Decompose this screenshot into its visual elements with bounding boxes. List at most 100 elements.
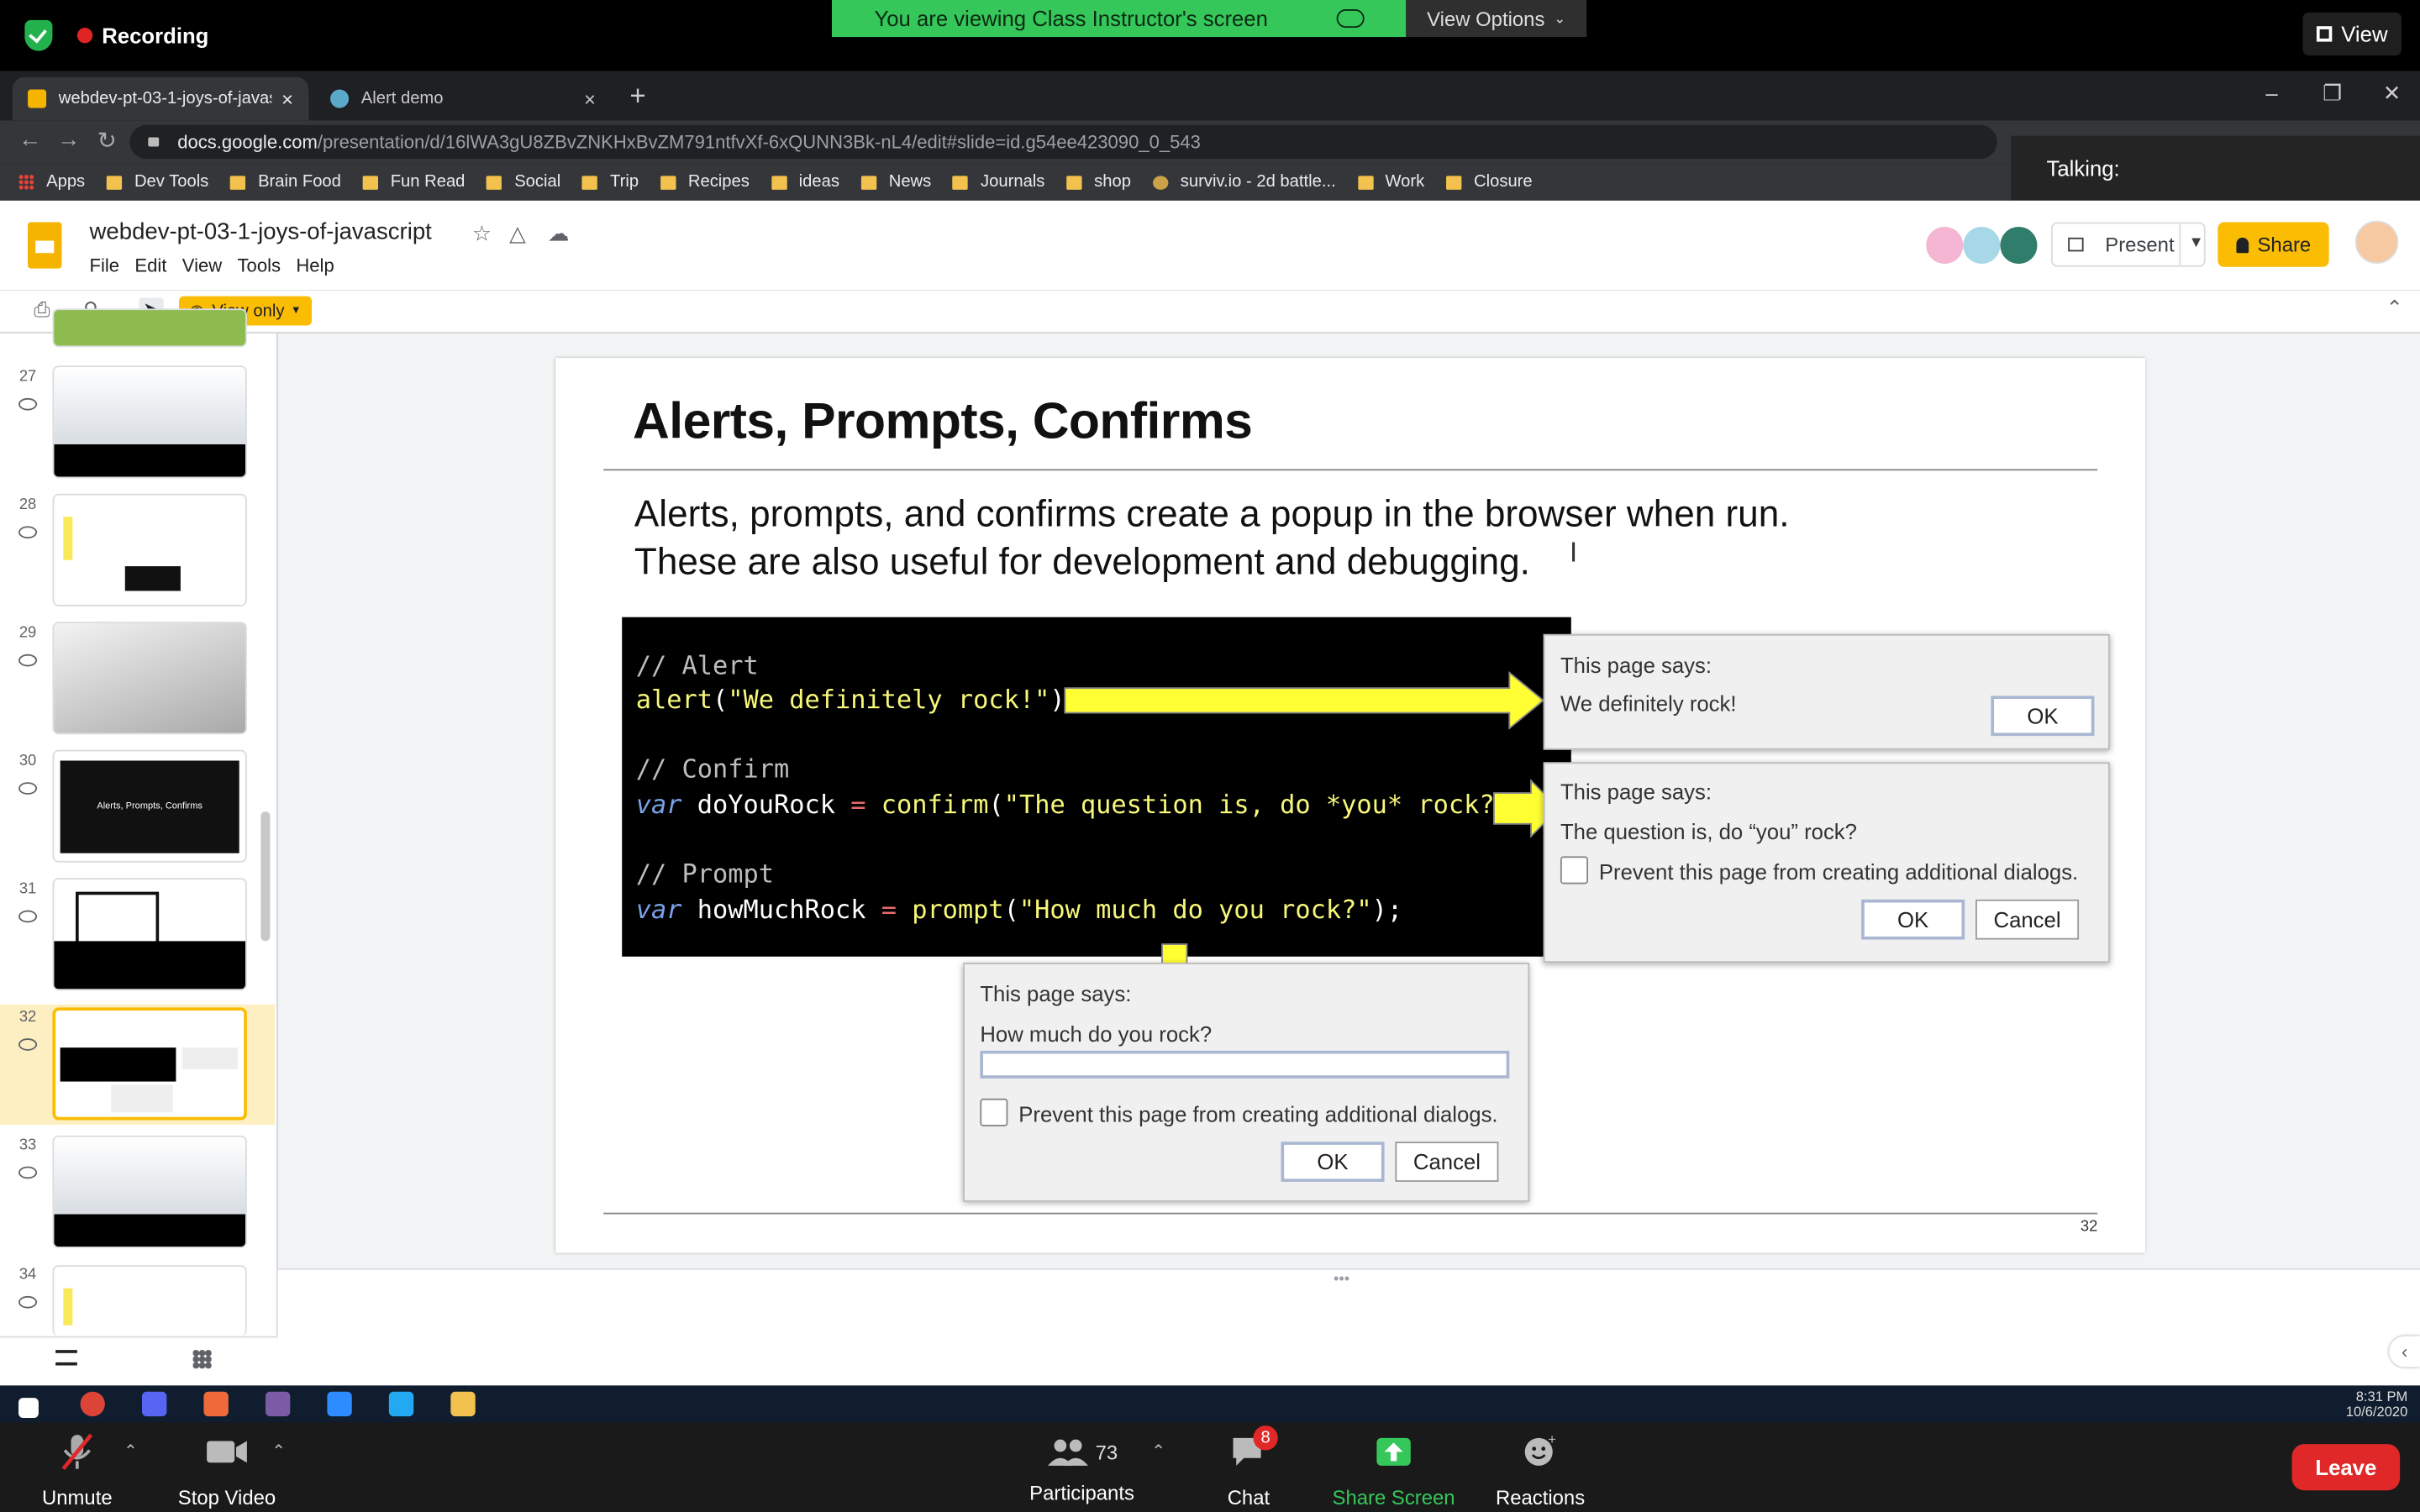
view-button[interactable]: View (2302, 12, 2402, 56)
discord-icon[interactable] (141, 1391, 167, 1417)
slide-thumbnail[interactable] (52, 1135, 247, 1248)
prompt-ok-button[interactable]: OK (1281, 1142, 1385, 1182)
cloud-icon (1335, 9, 1364, 29)
menu-view[interactable]: View (182, 255, 222, 276)
prompt-text-input[interactable] (980, 1050, 1510, 1079)
new-tab-icon[interactable]: + (629, 81, 645, 113)
viewer-avatar[interactable] (1926, 226, 1964, 265)
menu-help[interactable]: Help (296, 255, 334, 276)
chevron-up-icon[interactable]: ⌃ (124, 1441, 138, 1461)
participants-button[interactable]: 73 Participants (1018, 1431, 1145, 1504)
star-icon[interactable]: ☆ (472, 221, 492, 247)
reactions-button[interactable]: + Reactions (1485, 1431, 1596, 1509)
link-icon (18, 654, 38, 667)
menu-edit[interactable]: Edit (134, 255, 166, 276)
filmstrip-footer (0, 1336, 278, 1386)
close-tab-icon[interactable]: × (584, 87, 596, 111)
link-icon (18, 1038, 38, 1051)
confirm-ok-button[interactable]: OK (1861, 899, 1965, 940)
recording-indicator[interactable]: Recording (24, 18, 208, 52)
view-options-button[interactable]: View Options ⌄ (1406, 0, 1587, 38)
share-screen-button[interactable]: Share Screen (1324, 1431, 1463, 1509)
tab-title: webdev-pt-03-1-joys-of-javascript (58, 89, 272, 108)
bookmark-fun-read[interactable]: Fun Read (362, 173, 465, 192)
alert-ok-button[interactable]: OK (1991, 696, 2095, 737)
filmstrip-scrollbar[interactable] (260, 811, 271, 942)
bookmark-work[interactable]: Work (1357, 173, 1424, 192)
side-panel-toggle-icon[interactable]: ‹ (2389, 1336, 2420, 1368)
windows-start-icon[interactable] (18, 1398, 39, 1418)
bookmark-news[interactable]: News (860, 173, 931, 192)
drag-handle-icon[interactable]: ••• (1334, 1271, 1349, 1288)
bookmark-journals[interactable]: Journals (952, 173, 1044, 192)
slide-thumbnail[interactable] (52, 308, 247, 348)
slide-thumbnail[interactable]: Alerts, Prompts, Confirms (52, 749, 247, 863)
bookmark-ideas[interactable]: ideas (771, 173, 839, 192)
viewing-banner-text: You are viewing Class Instructor's scree… (874, 6, 1268, 31)
folder-icon (860, 175, 877, 189)
slide-number: 28 (18, 496, 37, 514)
print-icon[interactable]: ⎙ (34, 297, 50, 322)
bookmark-surviv[interactable]: surviv.io - 2d battle... (1152, 173, 1336, 192)
back-icon[interactable]: ← (18, 127, 42, 153)
slide-thumbnail[interactable] (52, 365, 247, 479)
slide-thumbnail[interactable] (52, 622, 247, 735)
bookmark-trip[interactable]: Trip (581, 173, 639, 192)
grid-view-icon (2316, 26, 2333, 42)
confirm-prevent-checkbox[interactable] (1560, 856, 1588, 885)
filmstrip-view-icon[interactable] (55, 1350, 77, 1366)
chrome-icon[interactable] (80, 1391, 105, 1417)
chevron-up-icon[interactable]: ⌃ (271, 1441, 286, 1461)
move-to-drive-icon[interactable]: △ (509, 221, 526, 247)
stop-video-button[interactable]: Stop Video (166, 1431, 287, 1509)
slides-logo-icon[interactable] (28, 222, 62, 269)
vscode-icon[interactable] (388, 1391, 414, 1417)
file-explorer-icon[interactable] (450, 1391, 476, 1417)
chevron-up-icon[interactable]: ⌃ (1151, 1441, 1165, 1461)
system-clock[interactable]: 8:31 PM 10/6/2020 (2328, 1389, 2408, 1420)
share-button[interactable]: Share (2217, 222, 2329, 267)
slide-thumbnail[interactable] (52, 1265, 247, 1336)
present-button[interactable]: Present ▼ (2051, 222, 2206, 267)
menu-file[interactable]: File (90, 255, 120, 276)
reload-icon[interactable]: ↻ (97, 127, 117, 154)
participants-count: 73 (1095, 1440, 1118, 1464)
prompt-cancel-button[interactable]: Cancel (1395, 1142, 1499, 1182)
browser-tab-slides[interactable]: webdev-pt-03-1-joys-of-javascript × (12, 76, 309, 121)
viewer-avatar[interactable] (2000, 226, 2038, 265)
close-window-icon[interactable]: ✕ (2383, 81, 2402, 107)
bookmark-apps[interactable]: Apps (18, 173, 85, 192)
unmute-button[interactable]: Unmute (34, 1431, 120, 1509)
chevron-down-icon[interactable]: ▼ (2188, 234, 2203, 251)
address-bar[interactable]: docs.google.com/presentation/d/16lWA3gU8… (129, 124, 1997, 160)
prompt-prevent-checkbox[interactable] (980, 1098, 1008, 1126)
slide-thumbnail[interactable] (52, 493, 247, 606)
confirm-cancel-button[interactable]: Cancel (1975, 899, 2080, 940)
browser-tab-alert-demo[interactable]: Alert demo × (315, 77, 612, 120)
bookmark-social[interactable]: Social (487, 173, 560, 192)
bookmark-dev-tools[interactable]: Dev Tools (106, 173, 208, 192)
menu-tools[interactable]: Tools (238, 255, 281, 276)
divider (2179, 223, 2181, 265)
app-icon[interactable] (265, 1391, 291, 1417)
bookmark-recipes[interactable]: Recipes (660, 173, 750, 192)
cloud-status-icon[interactable]: ☁ (548, 221, 570, 247)
app-icon[interactable] (203, 1391, 229, 1417)
bookmark-brain-food[interactable]: Brain Food (230, 173, 341, 192)
forward-icon[interactable]: → (57, 127, 81, 153)
share-label: Share (2257, 233, 2312, 256)
close-tab-icon[interactable]: × (281, 87, 293, 111)
grid-view-icon[interactable] (192, 1350, 212, 1369)
bookmark-closure[interactable]: Closure (1445, 173, 1533, 192)
account-avatar[interactable] (2354, 220, 2399, 265)
bookmark-shop[interactable]: shop (1066, 173, 1131, 192)
document-title[interactable]: webdev-pt-03-1-joys-of-javascript (90, 219, 432, 245)
zoom-app-icon[interactable] (327, 1391, 352, 1417)
slide-thumbnail-selected[interactable] (52, 1007, 247, 1121)
minimize-icon[interactable]: – (2265, 81, 2277, 105)
collapse-icon[interactable]: ⌃ (2386, 297, 2403, 321)
viewer-avatar[interactable] (1963, 226, 2001, 265)
leave-button[interactable]: Leave (2291, 1444, 2401, 1491)
slide-thumbnail[interactable] (52, 878, 247, 991)
restore-icon[interactable]: ❐ (2323, 81, 2342, 107)
